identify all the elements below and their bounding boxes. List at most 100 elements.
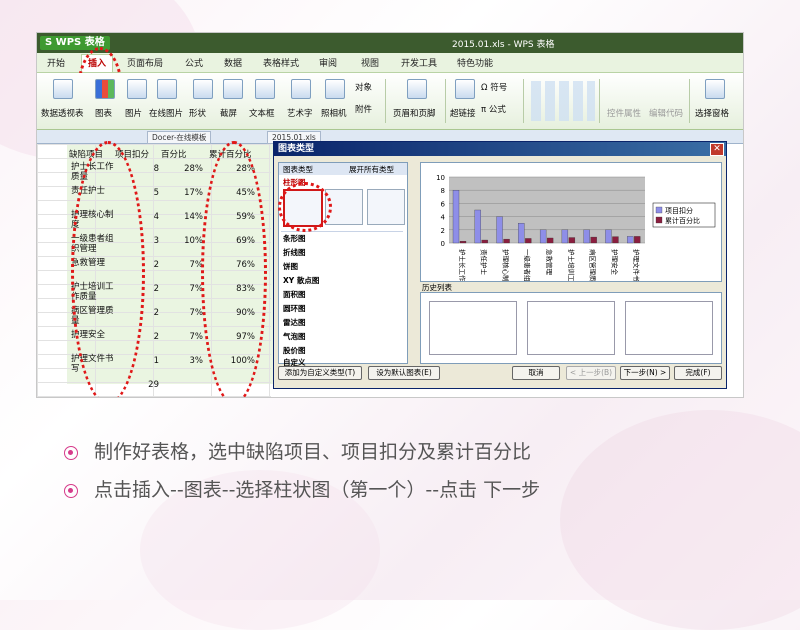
finish-button[interactable]: 完成(F) [674,366,722,380]
y-tick-label: 4 [441,214,446,222]
y-tick-label: 8 [441,187,445,195]
bar [518,223,525,244]
tab-developer[interactable]: 开发工具 [401,56,437,69]
bar [590,236,597,244]
bar [525,238,532,244]
cell-percent[interactable]: 14% [173,212,203,222]
camera-button[interactable]: 照相机 [321,107,347,119]
legend-swatch [655,206,663,214]
y-tick-label: 10 [436,174,445,182]
tab-page-layout[interactable]: 页面布局 [127,56,163,69]
x-tick-label: 护理安全 [610,249,619,276]
chart-type-bubble[interactable]: 气泡图 [283,331,306,342]
chart-type-list-header: 图表类型 展开所有类型 [279,163,407,175]
control-properties-button[interactable]: 控件属性 [607,107,641,119]
title-bar: S WPS 表格 2015.01.xls - WPS 表格 [37,33,743,53]
chart-type-line[interactable]: 折线图 [283,247,306,258]
cell-percent[interactable]: 7% [173,260,204,270]
chart-type-doughnut[interactable]: 圆环图 [283,303,306,314]
cell-percent[interactable]: 28% [173,164,203,174]
tab-table-style[interactable]: 表格样式 [263,56,299,69]
hyperlink-button[interactable]: 超链接 [450,107,476,119]
history-list [420,292,722,364]
screenshot-button[interactable]: 截屏 [220,107,237,119]
bar [634,236,641,244]
x-tick-label: 护理核心制度 [501,249,510,281]
history-thumb[interactable] [527,301,615,355]
preview-chart: 0 2 4 6 8 10 护士长工作质量 责任护士 护理核心制度 一级患者组织管理 急救管理 护士培训… [436,174,716,302]
chart-button[interactable]: 图表 [95,107,112,119]
tab-view[interactable]: 视图 [361,56,379,69]
ribbon-insert: 数据透视表 图表 图片 在线图片 形状 截屏 文本框 艺术字 照相机 对象 附件… [37,73,743,130]
wordart-button[interactable]: 艺术字 [287,107,313,119]
header-percent[interactable]: 百分比 [161,148,187,160]
add-custom-type-button[interactable]: 添加为自定义类型(T) [278,366,362,380]
expand-all-types[interactable]: 展开所有类型 [349,164,394,175]
formula-button[interactable]: π 公式 [481,103,506,115]
chart-type-stock[interactable]: 股价图 [283,345,306,356]
next-step-button[interactable]: 下一步(N) > [620,366,670,380]
instruction-bullet: 点击插入--图表--选择柱状图（第一个）--点击 下一步 [64,475,540,502]
bar [561,229,569,244]
tab-review[interactable]: 审阅 [319,56,337,69]
list-header-label: 图表类型 [283,165,313,174]
object-button[interactable]: 对象 [355,81,372,93]
chart-type-bar[interactable]: 条形图 [283,233,306,244]
header-footer-button[interactable]: 页眉和页脚 [393,107,436,119]
instruction-text: 制作好表格，选中缺陷项目、项目扣分及累计百分比 [94,441,532,463]
chart-type-radar[interactable]: 雷达图 [283,317,306,328]
wordart-icon [291,79,311,99]
set-default-chart-button[interactable]: 设为默认图表(E) [368,366,440,380]
picture-button[interactable]: 图片 [125,107,142,119]
cell-percent[interactable]: 17% [173,188,203,198]
select-pane-button[interactable]: 选择窗格 [695,107,729,119]
bar [474,209,481,244]
symbol-button[interactable]: Ω 符号 [481,81,507,93]
x-tick-label: 责任护士 [480,249,489,276]
total-score[interactable]: 29 [129,380,159,390]
y-tick-label: 6 [441,200,446,208]
pivot-table-icon [53,79,73,99]
cell-score[interactable]: 8 [129,164,159,174]
cancel-button[interactable]: 取消 [512,366,560,380]
tab-special[interactable]: 特色功能 [457,56,493,69]
shapes-button[interactable]: 形状 [189,107,206,119]
bar [481,239,488,244]
cell-percent[interactable]: 3% [173,356,204,366]
cell-percent[interactable]: 7% [173,284,204,294]
x-tick-label: 护士培训工作质量 [567,249,576,281]
highlight-circle-column [278,182,332,232]
hyperlink-icon [455,79,475,99]
bar [452,190,460,244]
textbox-icon [255,79,275,99]
cell-percent[interactable]: 7% [173,332,204,342]
instruction-text: 点击插入--图表--选择柱状图（第一个）--点击 下一步 [94,479,541,501]
chart-type-area[interactable]: 面积图 [283,289,306,300]
tab-data[interactable]: 数据 [224,56,242,69]
select-pane-icon [705,79,725,99]
history-thumb[interactable] [625,301,713,355]
bullet-icon [64,446,78,460]
cell-percent[interactable]: 7% [173,308,204,318]
pivot-table-button[interactable]: 数据透视表 [41,107,84,119]
doc-tab-docer[interactable]: Docer-在线模板 [147,131,212,144]
edit-code-button[interactable]: 编辑代码 [649,107,683,119]
chart-type-pie[interactable]: 饼图 [283,261,298,272]
window-title: 2015.01.xls - WPS 表格 [452,40,555,50]
bar [496,216,503,244]
history-thumb[interactable] [429,301,517,355]
bar [605,229,612,244]
tab-start[interactable]: 开始 [47,56,65,69]
previous-step-button[interactable]: < 上一步(B) [566,366,616,380]
textbox-button[interactable]: 文本框 [249,107,275,119]
percent-stacked-column-thumb[interactable] [367,189,405,225]
cell-percent[interactable]: 10% [173,236,203,246]
chart-preview: 0 2 4 6 8 10 护士长工作质量 责任护士 护理核心制度 一级患者组织管理 急救管理 护士培训… [420,162,722,302]
tab-formula[interactable]: 公式 [185,56,203,69]
background-petal [560,410,800,630]
close-icon[interactable]: ✕ [710,143,724,156]
chart-type-scatter[interactable]: XY 散点图 [283,275,319,286]
online-picture-button[interactable]: 在线图片 [149,107,183,119]
bar [568,237,576,244]
attachment-button[interactable]: 附件 [355,103,372,115]
